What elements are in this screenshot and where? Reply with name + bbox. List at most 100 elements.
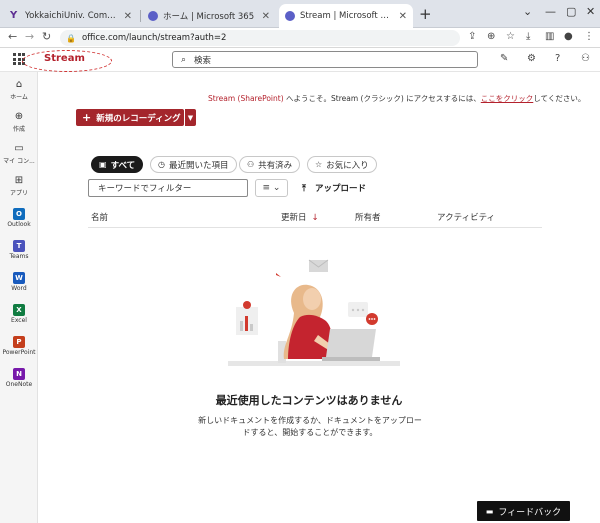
create-icon: ⊕ xyxy=(14,111,24,122)
filter-tab-shared[interactable]: ⚇ 共有済み xyxy=(239,156,301,173)
clock-icon: ◷ xyxy=(158,160,165,169)
rail-item-teams[interactable]: T Teams xyxy=(0,240,38,260)
rail-label: Excel xyxy=(11,317,27,324)
filter-label: 共有済み xyxy=(258,160,293,171)
rail-item-excel[interactable]: X Excel xyxy=(0,304,38,324)
help-icon[interactable]: ? xyxy=(555,53,560,64)
browser-tab-strip: Y YokkaichiUniv. ComputerCenter | ✕ ホーム … xyxy=(0,0,600,28)
envelope-icon xyxy=(308,259,329,272)
chat-bubble-icon xyxy=(348,302,378,325)
bookmark-star-icon[interactable]: ☆ xyxy=(506,31,515,42)
outlook-icon: O xyxy=(13,208,25,220)
rail-item-outlook[interactable]: O Outlook xyxy=(0,208,38,228)
back-icon[interactable]: ← xyxy=(8,30,17,43)
minimize-icon[interactable]: — xyxy=(545,5,556,18)
teams-icon: T xyxy=(13,240,25,252)
rail-item-onenote[interactable]: N OneNote xyxy=(0,368,38,388)
rail-item-create[interactable]: ⊕ 作成 xyxy=(0,110,38,133)
upload-button[interactable]: ⤒ アップロード xyxy=(302,182,366,194)
left-app-rail: ⌂ ホーム ⊕ 作成 ▭ マイ コン... ⊞ アプリ O Outlook T … xyxy=(0,72,38,523)
new-tab-button[interactable]: + xyxy=(419,5,432,23)
filter-tab-recent[interactable]: ◷ 最近開いた項目 xyxy=(150,156,237,173)
column-header-name[interactable]: 名前 xyxy=(91,211,108,223)
column-header-activity[interactable]: アクティビティ xyxy=(437,211,495,223)
excel-icon: X xyxy=(13,304,25,316)
feedback-icon: ▬ xyxy=(485,506,494,516)
close-tab-icon[interactable]: ✕ xyxy=(262,11,270,22)
close-tab-icon[interactable]: ✕ xyxy=(399,11,407,22)
column-label: 更新日 xyxy=(281,213,307,223)
feedback-button[interactable]: ▬ フィードバック xyxy=(477,501,570,521)
search-icon: ⌕ xyxy=(181,54,187,65)
rail-item-word[interactable]: W Word xyxy=(0,272,38,292)
word-icon: W xyxy=(13,272,25,284)
empty-state-title: 最近使用したコンテンツはありません xyxy=(215,394,403,407)
rail-item-apps[interactable]: ⊞ アプリ xyxy=(0,174,38,197)
filter-tab-favorites[interactable]: ☆ お気に入り xyxy=(307,156,377,173)
settings-gear-icon[interactable]: ⚙ xyxy=(527,53,536,64)
filter-tab-all[interactable]: ▣ すべて xyxy=(91,156,144,173)
welcome-product: Stream (SharePoint) xyxy=(208,94,284,103)
star-icon: ☆ xyxy=(315,160,323,169)
new-recording-label: 新規のレコーディング xyxy=(96,113,181,124)
zoom-icon[interactable]: ⊕ xyxy=(487,31,495,42)
chevron-down-icon[interactable]: ⌄ xyxy=(523,5,532,18)
sort-options-button[interactable]: ≡ ⌄ xyxy=(255,179,288,197)
reload-icon[interactable]: ↻ xyxy=(42,30,51,43)
people-icon: ⚇ xyxy=(247,160,255,169)
search-input[interactable]: ⌕ 検索 xyxy=(172,51,478,68)
close-window-icon[interactable]: ✕ xyxy=(586,5,595,18)
rail-item-powerpoint[interactable]: P PowerPoint xyxy=(0,336,38,356)
share-icon[interactable]: ⇪ xyxy=(468,31,476,42)
app-header: Stream ⌕ 検索 ✎ ⚙ ? ⚇ xyxy=(0,48,600,72)
browser-toolbar: ← → ↻ 🔒 office.com/launch/stream?auth=2 … xyxy=(0,28,600,48)
keyword-filter-input[interactable]: キーワードでフィルター xyxy=(88,179,248,197)
tab-title: ホーム | Microsoft 365 xyxy=(163,12,255,22)
app-name[interactable]: Stream xyxy=(44,53,85,64)
folder-icon: ▭ xyxy=(14,143,24,154)
new-recording-dropdown[interactable]: ▼ xyxy=(185,109,196,126)
browser-tab-home[interactable]: ホーム | Microsoft 365 ✕ xyxy=(142,4,276,28)
upload-label: アップロード xyxy=(314,184,366,194)
search-placeholder: 検索 xyxy=(194,55,212,66)
welcome-text: へようこそ。Stream (クラシック) にアクセスするには、 xyxy=(283,94,481,103)
rail-label: アプリ xyxy=(9,190,28,197)
rail-item-home[interactable]: ⌂ ホーム xyxy=(0,78,38,101)
empty-state-illustration xyxy=(228,259,400,366)
notes-icon[interactable]: ✎ xyxy=(500,53,508,64)
account-icon[interactable]: ⚇ xyxy=(581,53,590,64)
maximize-icon[interactable]: ▢ xyxy=(566,5,576,18)
welcome-text-end: してください。 xyxy=(533,94,586,103)
browser-tab-stream[interactable]: Stream | Microsoft 365 ✕ xyxy=(279,4,413,28)
address-bar[interactable]: 🔒 office.com/launch/stream?auth=2 xyxy=(60,30,460,46)
close-tab-icon[interactable]: ✕ xyxy=(124,11,132,22)
column-label: 名前 xyxy=(91,213,109,223)
rail-label: 作成 xyxy=(12,126,25,133)
more-menu-icon[interactable]: ⋮ xyxy=(584,31,594,42)
person-illustration xyxy=(283,284,334,359)
empty-state-description: 新しいドキュメントを作成するか、ドキュメントをアップロー ドすると、開始すること… xyxy=(190,415,430,439)
empty-desc-line: 新しいドキュメントを作成するか、ドキュメントをアップロー xyxy=(198,416,422,425)
filter-label: 最近開いた項目 xyxy=(168,160,229,171)
column-header-updated[interactable]: 更新日 ↓ xyxy=(281,211,319,223)
tab-separator xyxy=(140,10,141,22)
new-recording-button[interactable]: + 新規のレコーディング xyxy=(76,109,184,126)
tab-title: Stream | Microsoft 365 xyxy=(300,11,393,21)
home-icon: ⌂ xyxy=(15,79,23,90)
profile-icon[interactable]: ● xyxy=(564,31,573,42)
download-icon[interactable]: ⤓ xyxy=(526,31,530,42)
classic-stream-link[interactable]: ここをクリック xyxy=(481,94,534,103)
welcome-message: Stream (SharePoint) へようこそ。Stream (クラシック)… xyxy=(208,93,585,104)
feedback-label: フィードバック xyxy=(498,507,562,518)
browser-tab-computer-center[interactable]: Y YokkaichiUniv. ComputerCenter | ✕ xyxy=(4,4,138,28)
desk-top xyxy=(228,361,400,366)
column-label: アクティビティ xyxy=(437,213,496,223)
sidebar-icon[interactable]: ▥ xyxy=(545,31,554,42)
forward-icon[interactable]: → xyxy=(25,30,34,43)
column-header-owner[interactable]: 所有者 xyxy=(355,211,381,223)
rail-item-my-content[interactable]: ▭ マイ コン... xyxy=(0,142,38,165)
lock-icon: 🔒 xyxy=(66,33,76,43)
rail-label: ホーム xyxy=(10,94,28,101)
filter-placeholder: キーワードでフィルター xyxy=(98,184,192,194)
spark-icon xyxy=(276,273,281,277)
